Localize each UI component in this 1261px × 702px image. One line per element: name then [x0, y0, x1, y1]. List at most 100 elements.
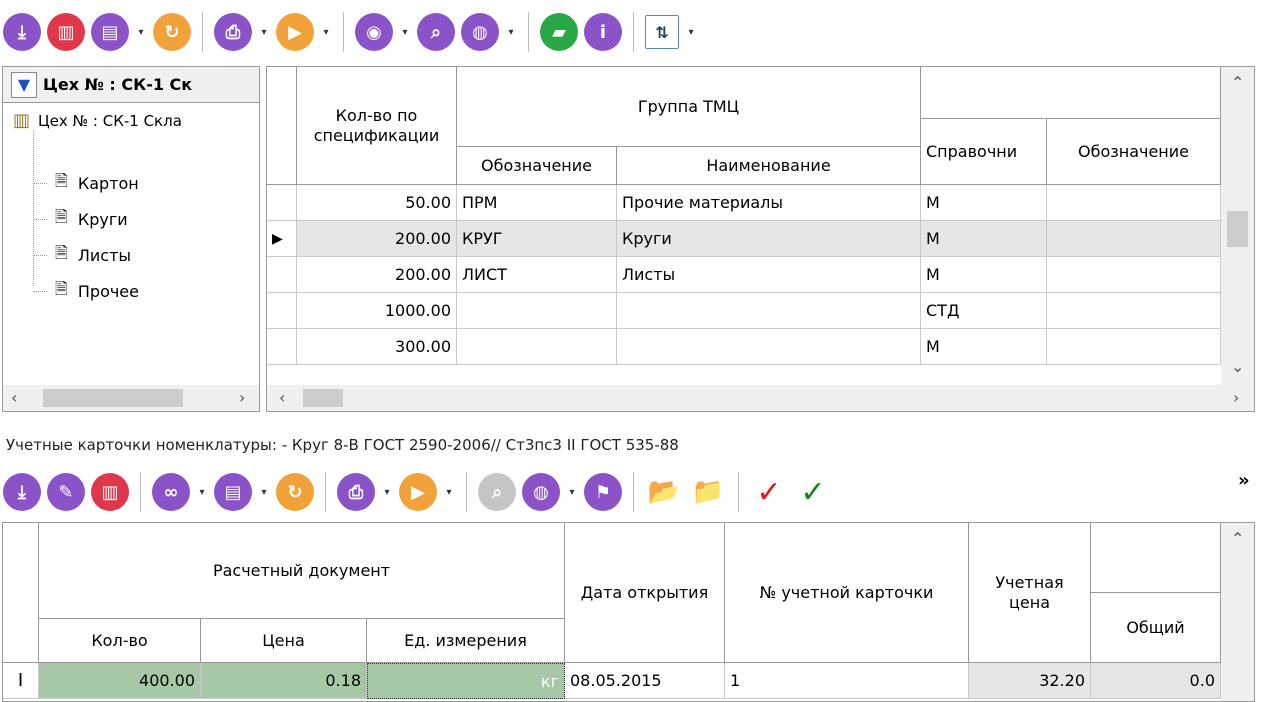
refresh-icon[interactable]: ↻: [276, 473, 314, 511]
cell-designation[interactable]: [457, 329, 617, 365]
cell-designation2[interactable]: [1047, 185, 1221, 221]
scroll-thumb[interactable]: [43, 389, 183, 407]
cell-ref[interactable]: М: [921, 329, 1047, 365]
run-icon[interactable]: ▶: [276, 13, 314, 51]
col-card-no-header[interactable]: № учетной карточки: [725, 523, 969, 663]
cell-designation[interactable]: ЛИСТ: [457, 257, 617, 293]
cell-designation2[interactable]: [1047, 221, 1221, 257]
cell-qty[interactable]: 400.00: [39, 663, 201, 699]
cell-unit[interactable]: кг: [367, 663, 565, 699]
tree-root[interactable]: ▥ Цех № : СК-1 Скла: [13, 110, 182, 131]
cell-name[interactable]: Круги: [617, 221, 921, 257]
col-unit-header[interactable]: Ед. измерения: [367, 619, 565, 663]
refresh-icon[interactable]: ↻: [153, 13, 191, 51]
cell-qty[interactable]: 300.00: [297, 329, 457, 365]
chevron-down-icon[interactable]: ▾: [442, 487, 456, 498]
col-date-header[interactable]: Дата открытия: [565, 523, 725, 663]
info-icon[interactable]: i: [584, 13, 622, 51]
cell-qty[interactable]: 200.00: [297, 221, 457, 257]
col-name-header[interactable]: Наименование: [617, 147, 921, 185]
globe-icon[interactable]: ◍: [522, 473, 560, 511]
scroll-right-icon[interactable]: ›: [239, 388, 245, 407]
col-qty-header[interactable]: Кол-во: [39, 619, 201, 663]
open-folder-icon[interactable]: ▰: [540, 13, 578, 51]
scroll-thumb[interactable]: [303, 389, 343, 407]
cell-name[interactable]: Листы: [617, 257, 921, 293]
delete-icon[interactable]: ▥: [47, 13, 85, 51]
filter-icon[interactable]: ⇅: [645, 15, 679, 49]
cell-name[interactable]: [617, 329, 921, 365]
scroll-left-icon[interactable]: ‹: [279, 388, 285, 407]
edit-icon[interactable]: ✎: [47, 473, 85, 511]
save-icon[interactable]: ⤓: [3, 473, 41, 511]
tree-hscrollbar[interactable]: ‹ ›: [3, 385, 259, 411]
chevron-down-icon[interactable]: ▾: [398, 27, 412, 38]
cell-designation2[interactable]: [1047, 329, 1221, 365]
col-designation2-header[interactable]: Обозначение: [1047, 119, 1221, 185]
col-group2-header[interactable]: [921, 67, 1221, 119]
scroll-left-icon[interactable]: ‹: [11, 388, 17, 407]
check-red-icon[interactable]: ✓: [750, 473, 788, 511]
tree-item-other[interactable]: 🗎 Прочее: [33, 278, 139, 305]
chevron-down-icon[interactable]: ▾: [565, 487, 579, 498]
tree-item-sheets[interactable]: 🗎 Листы: [33, 242, 131, 269]
scroll-up-icon[interactable]: ⌃: [1231, 73, 1244, 92]
col-acc-price-header[interactable]: Учетная цена: [969, 523, 1091, 663]
search-icon[interactable]: ⌕: [478, 473, 516, 511]
cell-designation[interactable]: КРУГ: [457, 221, 617, 257]
cell-ref[interactable]: СТД: [921, 293, 1047, 329]
chevron-down-icon[interactable]: ▾: [684, 27, 698, 38]
chevron-down-icon[interactable]: ▾: [257, 27, 271, 38]
filter-down-icon[interactable]: ▼: [11, 71, 37, 98]
cell-ref[interactable]: М: [921, 221, 1047, 257]
print-icon[interactable]: ⎙: [214, 13, 252, 51]
col-designation-header[interactable]: Обозначение: [457, 147, 617, 185]
col-reference-header[interactable]: Справочни: [921, 119, 1047, 185]
bottom-grid-vscrollbar[interactable]: ⌃: [1221, 523, 1254, 701]
chevron-down-icon[interactable]: ▾: [319, 27, 333, 38]
chevron-down-icon[interactable]: ▾: [380, 487, 394, 498]
cell-designation2[interactable]: [1047, 257, 1221, 293]
link-icon[interactable]: ∞: [152, 473, 190, 511]
print-icon[interactable]: ⎙: [337, 473, 375, 511]
top-grid-vscrollbar[interactable]: ⌃ ⌄: [1221, 67, 1254, 385]
cell-name[interactable]: [617, 293, 921, 329]
cell-qty[interactable]: 200.00: [297, 257, 457, 293]
clipboard-icon[interactable]: ▤: [214, 473, 252, 511]
col-total-header[interactable]: Общий: [1091, 593, 1221, 663]
col-qty-header[interactable]: Кол-во по спецификации: [297, 67, 457, 185]
cell-qty[interactable]: 50.00: [297, 185, 457, 221]
chevron-down-icon[interactable]: ▾: [134, 27, 148, 38]
tree-item-circles[interactable]: 🗎 Круги: [33, 206, 128, 233]
cell-designation2[interactable]: [1047, 293, 1221, 329]
cell-ref[interactable]: М: [921, 185, 1047, 221]
cell-qty[interactable]: 1000.00: [297, 293, 457, 329]
open-folder-icon[interactable]: 📂: [645, 473, 683, 511]
cell-total[interactable]: 0.0: [1091, 663, 1221, 699]
chevron-down-icon[interactable]: ▾: [257, 487, 271, 498]
scroll-thumb[interactable]: [1227, 211, 1248, 247]
top-grid-hscrollbar[interactable]: ‹ ›: [267, 385, 1254, 411]
col-group-header[interactable]: Группа ТМЦ: [457, 67, 921, 147]
cell-designation[interactable]: ПРМ: [457, 185, 617, 221]
overflow-chevron-icon[interactable]: »: [1238, 470, 1250, 491]
scroll-up-icon[interactable]: ⌃: [1231, 529, 1244, 548]
clipboard-icon[interactable]: ▤: [91, 13, 129, 51]
cell-name[interactable]: Прочие материалы: [617, 185, 921, 221]
col-price-header[interactable]: Цена: [201, 619, 367, 663]
cell-date[interactable]: 08.05.2015: [565, 663, 725, 699]
cell-price[interactable]: 0.18: [201, 663, 367, 699]
scroll-right-icon[interactable]: ›: [1233, 388, 1239, 407]
tree-item-carton[interactable]: 🗎 Картон: [33, 170, 139, 197]
col-doc-header[interactable]: Расчетный документ: [39, 523, 565, 619]
cell-card-no[interactable]: 1: [725, 663, 969, 699]
chevron-down-icon[interactable]: ▾: [504, 27, 518, 38]
run-icon[interactable]: ▶: [399, 473, 437, 511]
save-icon[interactable]: ⤓: [3, 13, 41, 51]
scroll-down-icon[interactable]: ⌄: [1231, 357, 1244, 376]
globe-icon[interactable]: ◍: [461, 13, 499, 51]
search-icon[interactable]: ⌕: [417, 13, 455, 51]
check-green-icon[interactable]: ✓: [794, 473, 832, 511]
view-icon[interactable]: ◉: [355, 13, 393, 51]
cell-acc-price[interactable]: 32.20: [969, 663, 1091, 699]
